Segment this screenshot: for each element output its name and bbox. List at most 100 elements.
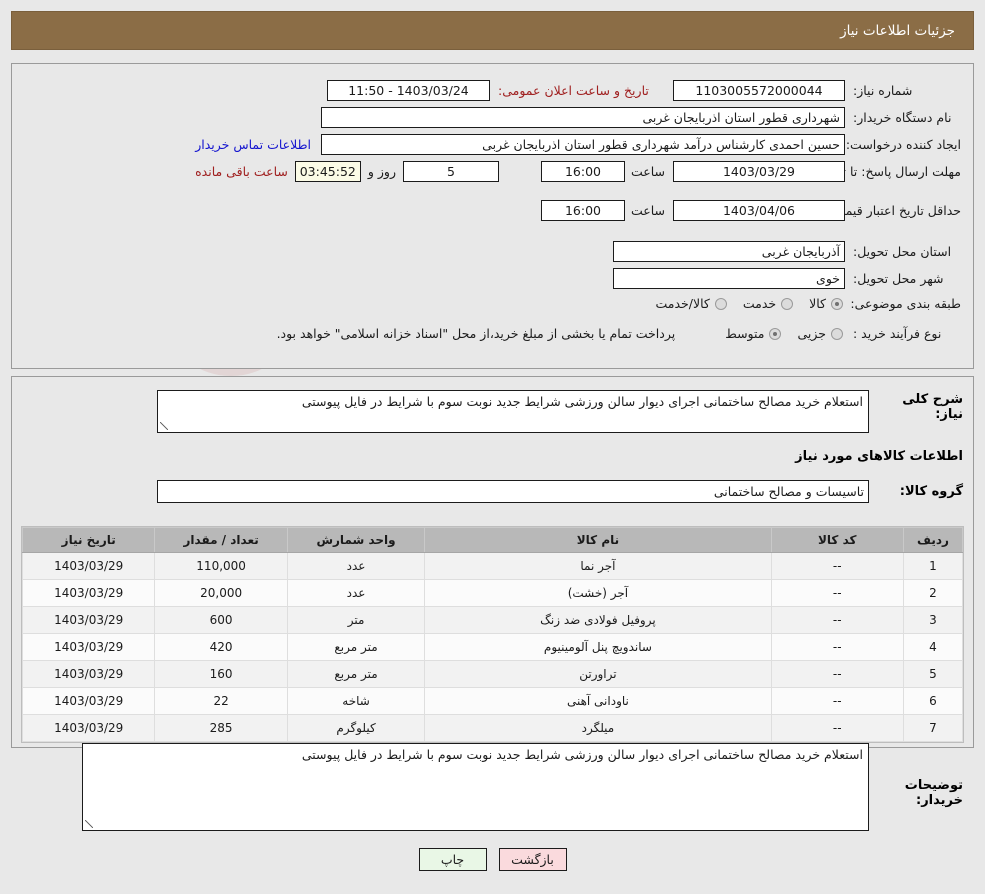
price-validity-time-label: ساعت [630,203,665,218]
table-row: 3 -- پروفیل فولادی ضد زنگ متر 600 1403/0… [21,606,964,634]
cell-unit: متر [286,606,426,634]
goods-table-container: ردیف کد کالا نام کالا واحد شمارش تعداد /… [21,526,964,743]
th-row-index: ردیف [902,527,964,553]
cell-unit: عدد [286,579,426,607]
radio-icon[interactable] [831,327,843,340]
buyer-notes-label: توضیحات خریدار: [904,778,963,808]
purchase-type-option-0[interactable]: جزیی [797,326,843,341]
general-desc-value[interactable]: استعلام خرید مصالح ساختمانی اجرای دیوار … [157,390,869,433]
table-header-row: ردیف کد کالا نام کالا واحد شمارش تعداد /… [21,527,964,553]
remaining-days-value: 5 [402,161,499,182]
need-info-panel: شماره نیاز: 1103005572000044 تاریخ و ساع… [11,63,974,369]
cell-need-date: 1403/03/29 [21,552,156,580]
public-announce-value: 1403/03/24 - 11:50 [327,80,490,101]
reply-deadline-time: 16:00 [540,161,625,182]
cell-goods-code: -- [770,660,904,688]
classification-option-1[interactable]: خدمت [742,296,794,311]
cell-unit: متر مربع [286,633,426,661]
print-button[interactable]: چاپ [418,848,487,871]
price-validity-date: 1403/04/06 [673,200,845,221]
requester-row: ایجاد کننده درخواست: حسین احمدی کارشناس … [195,134,961,155]
requester-value: حسین احمدی کارشناس درآمد شهرداری قطور اس… [321,134,845,155]
cell-need-date: 1403/03/29 [21,660,156,688]
page-title: جزئیات اطلاعات نیاز [840,22,955,39]
reply-deadline-time-label: ساعت [630,164,665,179]
cell-quantity: 22 [154,687,288,715]
purchase-type-radio-group: جزیی متوسط [709,326,843,341]
cell-goods-name: ساندویچ پنل آلومینیوم [424,633,772,661]
classification-option-0[interactable]: کالا [809,296,843,311]
table-row: 1 -- آجر نما عدد 110,000 1403/03/29 [21,552,964,580]
goods-group-value: تاسیسات و مصالح ساختمانی [157,480,869,503]
cell-goods-name: آجر نما [424,552,772,580]
purchase-type-option-1[interactable]: متوسط [725,326,782,341]
buyer-org-row: نام دستگاه خریدار: شهرداری قطور استان اذ… [321,107,961,128]
cell-need-date: 1403/03/29 [21,687,156,715]
buyer-notes-row: توضیحات خریدار: استعلام خرید مصالح ساختم… [82,743,963,831]
buyer-notes-value[interactable]: استعلام خرید مصالح ساختمانی اجرای دیوار … [82,743,869,831]
page-root: AriaTender.net جزئیات اطلاعات نیاز شماره… [0,0,985,894]
cell-row-index: 5 [902,660,964,688]
public-announce-row: تاریخ و ساعت اعلان عمومی: 1403/03/24 - 1… [327,80,668,101]
back-button[interactable]: بازگشت [498,848,567,871]
cell-need-date: 1403/03/29 [21,633,156,661]
city-row: شهر محل تحویل: خوی [613,268,961,289]
table-row: 6 -- ناودانی آهنی شاخه 22 1403/03/29 [21,687,964,715]
cell-goods-code: -- [770,606,904,634]
province-label: استان محل تحویل: [853,244,952,259]
goods-group-row: گروه کالا: تاسیسات و مصالح ساختمانی [157,480,963,503]
cell-goods-name: میلگرد [424,714,772,742]
classification-option-1-label: خدمت [742,296,777,311]
remaining-days-label: روز و [367,164,396,179]
page-header-bar: جزئیات اطلاعات نیاز [11,11,974,50]
cell-unit: متر مربع [286,660,426,688]
footer-button-row: بازگشت چاپ [0,848,985,871]
cell-goods-name: پروفیل فولادی ضد زنگ [424,606,772,634]
buyer-contact-link[interactable]: اطلاعات تماس خریدار [195,137,311,152]
cell-need-date: 1403/03/29 [21,606,156,634]
cell-quantity: 160 [154,660,288,688]
cell-row-index: 2 [902,579,964,607]
price-validity-label: حداقل تاریخ اعتبار قیمت: تا تاریخ: [784,202,961,218]
countdown-label: ساعت باقی مانده [195,164,288,179]
province-row: استان محل تحویل: آذربایجان غربی [613,241,961,262]
buyer-org-label: نام دستگاه خریدار: [853,110,952,125]
goods-section-title: اطلاعات کالاهای مورد نیاز [795,449,963,464]
table-row: 2 -- آجر (خشت) عدد 20,000 1403/03/29 [21,579,964,607]
requester-label: ایجاد کننده درخواست: [845,137,961,152]
radio-icon[interactable] [769,327,782,340]
purchase-type-option-1-label: متوسط [725,326,765,341]
cell-unit: شاخه [286,687,426,715]
reply-deadline-row: مهلت ارسال پاسخ: تا تاریخ: 1403/03/29 سا… [195,161,961,182]
reply-deadline-date: 1403/03/29 [673,161,845,182]
th-goods-code: کد کالا [770,527,904,553]
cell-quantity: 20,000 [154,579,288,607]
need-number-value: 1103005572000044 [673,80,845,101]
cell-unit: کیلوگرم [286,714,426,742]
radio-icon[interactable] [714,297,727,310]
table-row: 7 -- میلگرد کیلوگرم 285 1403/03/29 [21,714,964,742]
classification-option-2[interactable]: کالا/خدمت [655,296,727,311]
countdown-value: 03:45:52 [294,161,361,182]
purchase-type-option-0-label: جزیی [797,326,826,341]
city-value: خوی [613,268,845,289]
goods-table-body: 1 -- آجر نما عدد 110,000 1403/03/29 2 --… [21,552,964,742]
cell-row-index: 3 [902,606,964,634]
classification-option-0-label: کالا [809,296,826,311]
table-row: 4 -- ساندویچ پنل آلومینیوم متر مربع 420 … [21,633,964,661]
reply-deadline-label: مهلت ارسال پاسخ: تا تاریخ: [816,163,961,179]
cell-goods-name: تراورتن [424,660,772,688]
payment-note: پرداخت تمام یا بخشی از مبلغ خرید،از محل … [276,326,676,341]
cell-goods-name: ناودانی آهنی [424,687,772,715]
radio-icon[interactable] [781,297,794,310]
province-value: آذربایجان غربی [613,241,845,262]
purchase-type-label: نوع فرآیند خرید : [853,326,942,341]
classification-option-2-label: کالا/خدمت [655,296,710,311]
th-quantity: تعداد / مقدار [154,527,288,553]
general-desc-row: شرح کلی نیاز: استعلام خرید مصالح ساختمان… [157,390,963,433]
general-desc-label: شرح کلی نیاز: [902,392,963,422]
th-goods-name: نام کالا [424,527,772,553]
cell-need-date: 1403/03/29 [21,579,156,607]
cell-goods-name: آجر (خشت) [424,579,772,607]
radio-icon[interactable] [831,297,843,310]
